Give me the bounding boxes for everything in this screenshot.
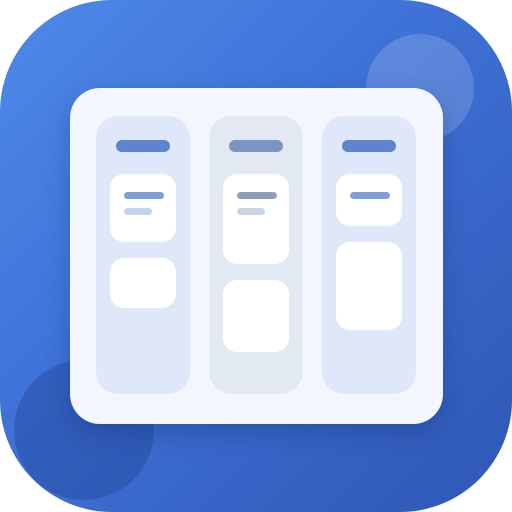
kanban-column-2 xyxy=(209,116,303,394)
task-card-empty xyxy=(110,258,176,308)
kanban-board-icon xyxy=(0,0,512,512)
column-header-bar xyxy=(229,140,283,152)
task-card-empty xyxy=(223,280,289,352)
card-title-line xyxy=(124,192,164,199)
kanban-column-3 xyxy=(322,116,416,394)
kanban-board xyxy=(70,88,443,424)
card-subtitle-line xyxy=(124,208,152,215)
card-title-line xyxy=(350,192,390,199)
kanban-column-1 xyxy=(96,116,190,394)
card-title-line xyxy=(237,192,277,199)
task-card xyxy=(223,174,289,264)
task-card-empty xyxy=(336,242,402,330)
column-header-bar xyxy=(116,140,170,152)
app-icon-container xyxy=(0,0,512,512)
task-card xyxy=(336,174,402,226)
task-card xyxy=(110,174,176,242)
card-subtitle-line xyxy=(237,208,265,215)
column-header-bar xyxy=(342,140,396,152)
